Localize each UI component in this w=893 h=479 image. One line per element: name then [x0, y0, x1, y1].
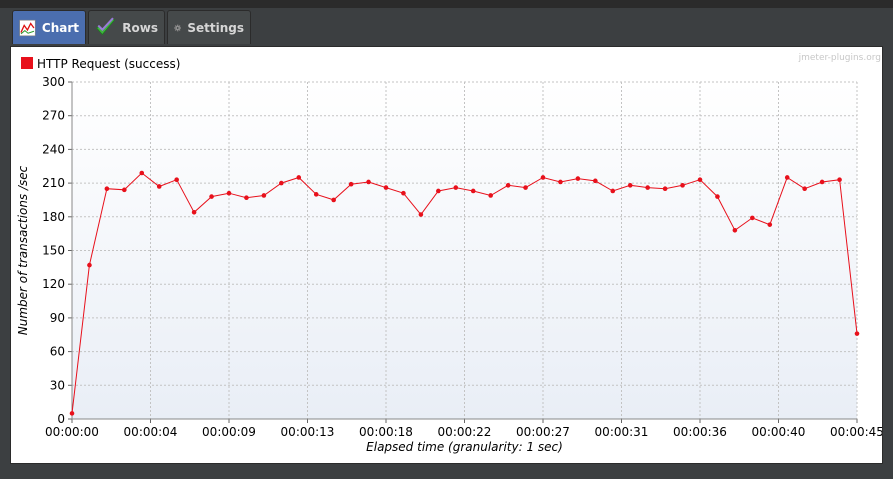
x-tick-label: 00:00:31: [595, 425, 649, 439]
data-point: [366, 179, 371, 185]
y-tick-label: 150: [42, 244, 65, 258]
data-point: [174, 177, 179, 183]
data-point: [627, 183, 633, 188]
data-point: [610, 188, 616, 194]
data-point: [261, 193, 267, 198]
x-tick-label: 00:00:13: [281, 425, 335, 439]
data-point: [401, 190, 406, 196]
data-point: [436, 188, 441, 194]
tab-bar: Chart Rows Settings: [0, 8, 893, 46]
y-tick-label: 120: [42, 277, 65, 291]
data-point: [854, 331, 860, 336]
x-tick-label: 00:00:36: [673, 425, 727, 439]
data-point: [750, 215, 755, 221]
x-tick-label: 00:00:45: [830, 425, 882, 439]
checkmark-icon: [96, 16, 116, 35]
data-point: [767, 222, 773, 227]
y-tick-label: 30: [50, 378, 65, 392]
y-tick-label: 300: [42, 75, 65, 89]
transactions-chart: jmeter-plugins.org HTTP Request (success…: [16, 53, 884, 454]
bottom-bar: [0, 466, 893, 479]
data-point: [348, 181, 354, 187]
data-point: [122, 187, 127, 193]
x-tick-label: 00:00:18: [359, 425, 413, 439]
gear-icon: [174, 23, 182, 32]
data-point: [697, 177, 703, 183]
data-point: [732, 227, 738, 233]
data-point: [331, 197, 336, 203]
chart-icon: [19, 19, 36, 36]
data-point: [244, 195, 249, 201]
data-point: [191, 210, 197, 215]
data-point: [837, 177, 842, 183]
x-tick-label: 00:00:40: [752, 425, 806, 439]
tab-rows-label: Rows: [122, 20, 158, 35]
y-tick-label: 90: [50, 311, 65, 325]
data-point: [802, 186, 807, 192]
data-point: [784, 175, 790, 180]
x-tick-label: 00:00:09: [202, 425, 256, 439]
x-tick-label: 00:00:27: [516, 425, 570, 439]
x-axis-label: Elapsed time (granularity: 1 sec): [366, 440, 563, 454]
data-point: [313, 192, 319, 197]
tab-chart-label: Chart: [41, 20, 79, 35]
y-tick-label: 180: [42, 210, 65, 224]
data-point: [819, 179, 825, 185]
data-point: [593, 178, 598, 184]
y-axis-label: Number of transactions /sec: [16, 165, 30, 335]
y-tick-label: 270: [42, 109, 65, 123]
tab-settings[interactable]: Settings: [167, 10, 251, 44]
chart-panel: jmeter-plugins.org HTTP Request (success…: [10, 46, 884, 464]
data-point: [383, 185, 389, 190]
data-point: [662, 186, 668, 192]
data-point: [69, 411, 75, 416]
data-point: [505, 183, 511, 188]
data-point: [453, 185, 459, 190]
data-point: [558, 179, 563, 185]
data-point: [715, 194, 720, 199]
watermark: jmeter-plugins.org: [798, 53, 881, 63]
legend-label: HTTP Request (success): [37, 57, 180, 71]
data-point: [104, 186, 110, 192]
legend-swatch: [21, 57, 33, 69]
data-point: [226, 190, 232, 196]
tab-settings-label: Settings: [187, 20, 244, 35]
data-point: [139, 170, 145, 176]
data-point: [296, 175, 302, 180]
data-point: [523, 185, 528, 190]
data-point: [279, 180, 284, 186]
data-point: [418, 212, 424, 217]
data-point: [540, 175, 546, 180]
y-tick-label: 210: [42, 176, 65, 190]
data-point: [209, 194, 214, 199]
x-tick-label: 00:00:00: [45, 425, 99, 439]
data-point: [470, 188, 476, 194]
y-tick-label: 240: [42, 142, 65, 156]
data-point: [575, 176, 581, 181]
data-point: [488, 193, 493, 198]
y-tick-label: 0: [57, 412, 65, 426]
data-point: [156, 184, 162, 189]
y-tick-label: 60: [50, 345, 65, 359]
tab-rows[interactable]: Rows: [88, 10, 165, 44]
x-tick-label: 00:00:04: [124, 425, 178, 439]
tab-chart[interactable]: Chart: [12, 10, 86, 44]
data-point: [87, 262, 92, 268]
data-point: [680, 183, 685, 188]
x-tick-label: 00:00:22: [438, 425, 492, 439]
data-point: [645, 185, 650, 190]
